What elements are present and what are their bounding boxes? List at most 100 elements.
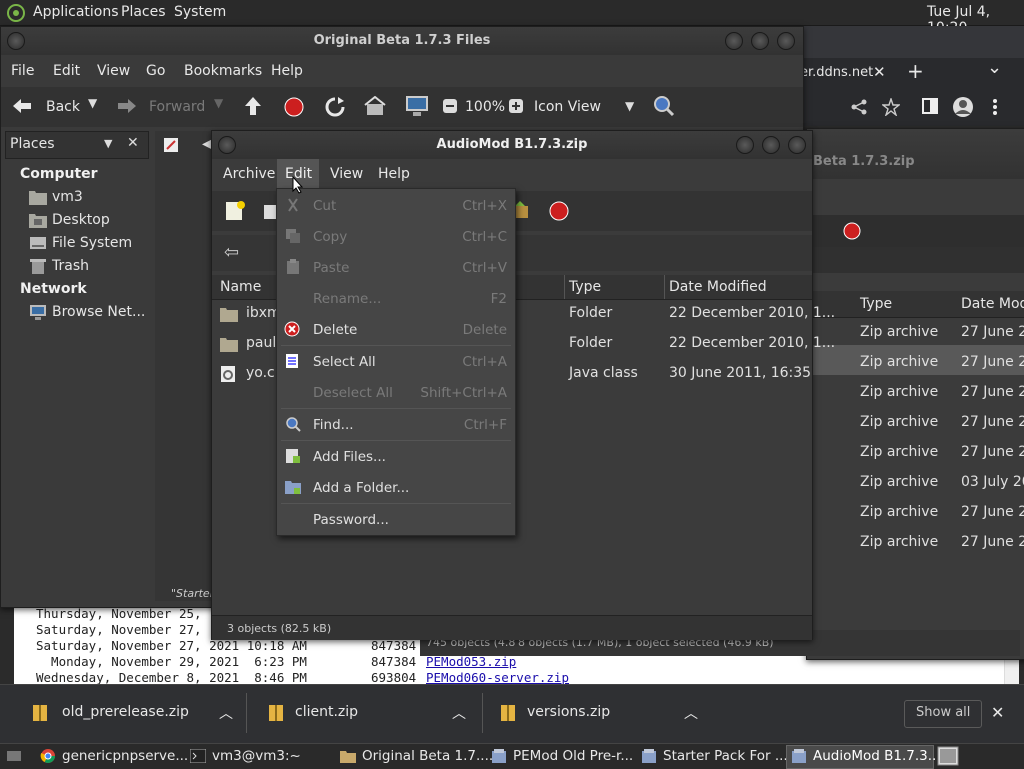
maximize-icon[interactable] (762, 136, 780, 154)
menu-item-label: Add a Folder... (313, 480, 410, 496)
column-header-type[interactable]: Type (860, 296, 892, 312)
menu-item-paste[interactable]: Paste Ctrl+V (277, 252, 515, 282)
row-type[interactable]: Zip archive (860, 354, 938, 370)
show-desktop-icon[interactable] (6, 748, 22, 764)
menu-help[interactable]: Help (378, 166, 410, 182)
forward-dropdown-icon[interactable]: ▼ (214, 96, 223, 110)
places-menu[interactable]: Places (121, 4, 166, 20)
menu-item-find[interactable]: Find... Ctrl+F (277, 409, 515, 439)
row-type[interactable]: Zip archive (860, 384, 938, 400)
zoom-in-icon[interactable] (508, 98, 524, 114)
menu-file[interactable]: File (11, 63, 34, 79)
menu-edit[interactable]: Edit (53, 63, 80, 79)
listing-link[interactable]: PEMod060-server.zip (426, 670, 569, 685)
row-type[interactable]: Zip archive (860, 534, 938, 550)
view-dropdown-icon[interactable]: ▼ (625, 99, 634, 113)
menu-item-copy[interactable]: Copy Ctrl+C (277, 221, 515, 251)
row-type[interactable]: Zip archive (860, 414, 938, 430)
tab-search-chevron-icon[interactable]: ⌄ (987, 57, 1002, 78)
download-item[interactable]: client.zip ︿ (250, 693, 480, 733)
browser-tab-title[interactable]: er.ddns.net (800, 65, 873, 80)
menu-archive[interactable]: Archive (223, 166, 275, 182)
close-icon[interactable] (788, 136, 806, 154)
taskbar-item-audiomod[interactable]: AudioMod B1.7.3.... (786, 745, 945, 769)
share-icon[interactable] (850, 98, 868, 116)
menu-item-select-all[interactable]: Select All Ctrl+A (277, 346, 515, 376)
workspace-switcher-icon[interactable] (937, 746, 959, 766)
column-header-date[interactable]: Date Modified (669, 279, 767, 295)
row-type[interactable]: Zip archive (860, 444, 938, 460)
show-all-button[interactable]: Show all (904, 700, 982, 728)
new-tab-icon[interactable]: + (907, 59, 924, 83)
maximize-icon[interactable] (751, 32, 769, 50)
system-menu[interactable]: System (174, 4, 226, 20)
menu-go[interactable]: Go (146, 63, 165, 79)
side-panel-icon[interactable] (922, 98, 938, 114)
column-header-type[interactable]: Type (569, 279, 601, 295)
menu-item-password[interactable]: Password... (277, 504, 515, 534)
menu-item-rename[interactable]: Rename... F2 (277, 283, 515, 313)
download-item[interactable]: versions.zip ︿ (485, 693, 715, 733)
menu-item-cut[interactable]: Cut Ctrl+X (277, 190, 515, 220)
menu-bookmarks[interactable]: Bookmarks (184, 63, 262, 79)
chevron-up-icon[interactable]: ︿ (684, 703, 698, 723)
menu-item-deselect-all[interactable]: Deselect All Shift+Ctrl+A (277, 377, 515, 407)
minimize-icon[interactable] (725, 32, 743, 50)
places-dropdown-icon[interactable]: ▼ (104, 137, 112, 150)
column-header-name[interactable]: Name (220, 279, 261, 295)
minimize-icon[interactable] (736, 136, 754, 154)
view-mode-select[interactable]: Icon View (534, 99, 601, 115)
open-archive-icon[interactable] (264, 203, 276, 221)
row-type[interactable]: Zip archive (860, 474, 938, 490)
menu-view[interactable]: View (97, 63, 130, 79)
row-type[interactable]: Zip archive (860, 504, 938, 520)
chevron-up-icon[interactable]: ︿ (219, 703, 233, 723)
close-shelf-icon[interactable]: ✕ (991, 703, 1004, 722)
sidebar-item-desktop[interactable]: Desktop (52, 212, 110, 228)
tab-close-icon[interactable]: ✕ (873, 63, 886, 81)
close-icon[interactable] (777, 32, 795, 50)
row-type[interactable]: Zip archive (860, 324, 938, 340)
home-icon[interactable] (364, 96, 386, 116)
menu-item-label: Find... (313, 417, 354, 433)
menu-view[interactable]: View (330, 166, 363, 182)
sidebar-item-vm3[interactable]: vm3 (52, 189, 83, 205)
places-selector[interactable]: Places (10, 136, 55, 152)
sidebar-item-browse-network[interactable]: Browse Net... (52, 304, 145, 320)
reload-icon[interactable] (324, 96, 346, 118)
stop-icon[interactable] (548, 200, 570, 222)
applications-menu[interactable]: Applications (33, 4, 119, 20)
back-button[interactable]: Back (46, 99, 80, 115)
new-archive-icon[interactable] (224, 200, 246, 222)
location-back-icon[interactable]: ⇦ (224, 242, 239, 263)
forward-arrow-icon[interactable] (116, 96, 138, 116)
up-arrow-icon[interactable] (243, 95, 263, 117)
menu-item-add-files[interactable]: Add Files... (277, 441, 515, 471)
archive-titlebar[interactable]: AudioMod B1.7.3.zip (212, 131, 812, 159)
bookmark-star-icon[interactable] (882, 98, 900, 116)
sidebar-item-trash[interactable]: Trash (52, 258, 89, 274)
taskbar-label: Starter Pack For ... (663, 748, 788, 764)
forward-button[interactable]: Forward (149, 99, 205, 115)
chevron-up-icon[interactable]: ︿ (452, 703, 466, 723)
sidebar-close-icon[interactable]: ✕ (127, 135, 139, 151)
download-item[interactable]: old_prerelease.zip ︿ (14, 693, 246, 733)
edit-location-icon[interactable] (163, 137, 179, 153)
stop-icon[interactable] (283, 96, 305, 118)
menu-item-delete[interactable]: Delete Delete (277, 314, 515, 344)
browser-menu-icon[interactable] (990, 98, 1000, 116)
back-arrow-icon[interactable] (11, 96, 33, 116)
distro-logo-icon[interactable] (6, 3, 26, 23)
search-icon[interactable] (653, 95, 675, 117)
files-titlebar[interactable]: Original Beta 1.7.3 Files (1, 27, 803, 55)
back-dropdown-icon[interactable]: ▼ (88, 96, 97, 110)
stop-icon[interactable] (842, 221, 862, 241)
menu-item-add-folder[interactable]: Add a Folder... (277, 472, 515, 502)
menu-help[interactable]: Help (271, 63, 303, 79)
profile-avatar-icon[interactable] (952, 96, 974, 118)
sidebar-item-file-system[interactable]: File System (52, 235, 132, 251)
listing-link[interactable]: PEMod053.zip (426, 654, 516, 669)
zoom-out-icon[interactable] (442, 98, 458, 114)
computer-icon[interactable] (405, 95, 429, 117)
column-header-date[interactable]: Date Modifi (961, 296, 1024, 312)
